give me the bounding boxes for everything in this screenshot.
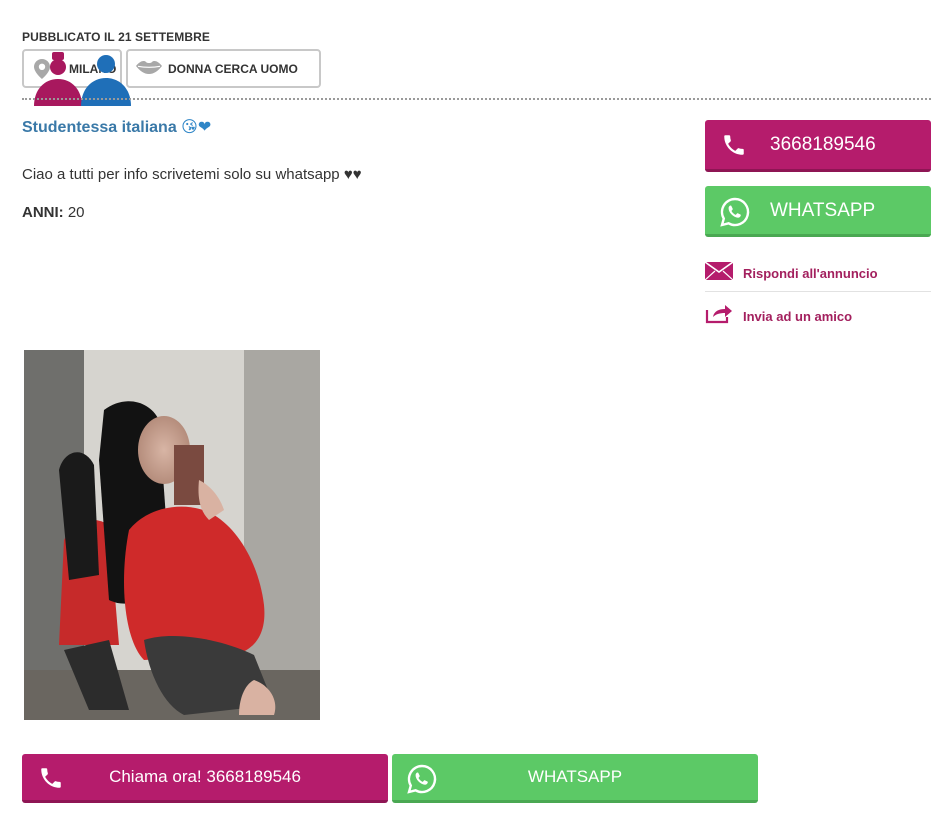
share-link-label: Invia ad un amico [743, 309, 853, 324]
lips-icon [136, 60, 168, 77]
phone-icon [721, 132, 747, 164]
whatsapp-icon [406, 763, 438, 800]
bottom-call-button[interactable]: Chiama ora! 3668189546 [22, 754, 388, 803]
age-row: ANNI: 20 [22, 204, 85, 221]
ad-title-text: Studentessa italiana [22, 119, 177, 136]
bottom-whatsapp-button-label: WHATSAPP [527, 767, 623, 786]
category-tag[interactable]: DONNA CERCA UOMO [126, 49, 321, 88]
category-tag-label: DONNA CERCA UOMO [168, 61, 298, 76]
phone-icon [38, 765, 64, 796]
reply-link[interactable]: Rispondi all'annuncio [704, 261, 931, 292]
published-date: PUBBLICATO IL 21 SETTEMBRE [22, 30, 210, 44]
share-link[interactable]: Invia ad un amico [705, 302, 931, 332]
share-icon [705, 302, 733, 327]
whatsapp-button-label: WHATSAPP [770, 200, 876, 221]
bottom-call-button-label: Chiama ora! 3668189546 [109, 767, 301, 786]
age-value: 20 [67, 204, 85, 221]
ad-title-emoji: 😘❤ [181, 119, 212, 136]
call-button[interactable]: 3668189546 [705, 120, 931, 172]
ad-title[interactable]: Studentessa italiana 😘❤ [22, 117, 211, 137]
age-label: ANNI: [22, 204, 64, 221]
whatsapp-button[interactable]: WHATSAPP [705, 186, 931, 237]
mail-icon [704, 261, 734, 283]
ad-description: Ciao a tutti per info scrivetemi solo su… [22, 166, 362, 183]
reply-link-label: Rispondi all'annuncio [743, 266, 878, 281]
whatsapp-icon [719, 196, 751, 234]
call-button-label: 3668189546 [770, 134, 876, 155]
bottom-whatsapp-button[interactable]: WHATSAPP [392, 754, 758, 803]
dotted-divider [22, 98, 931, 100]
ad-photo[interactable] [24, 350, 320, 720]
